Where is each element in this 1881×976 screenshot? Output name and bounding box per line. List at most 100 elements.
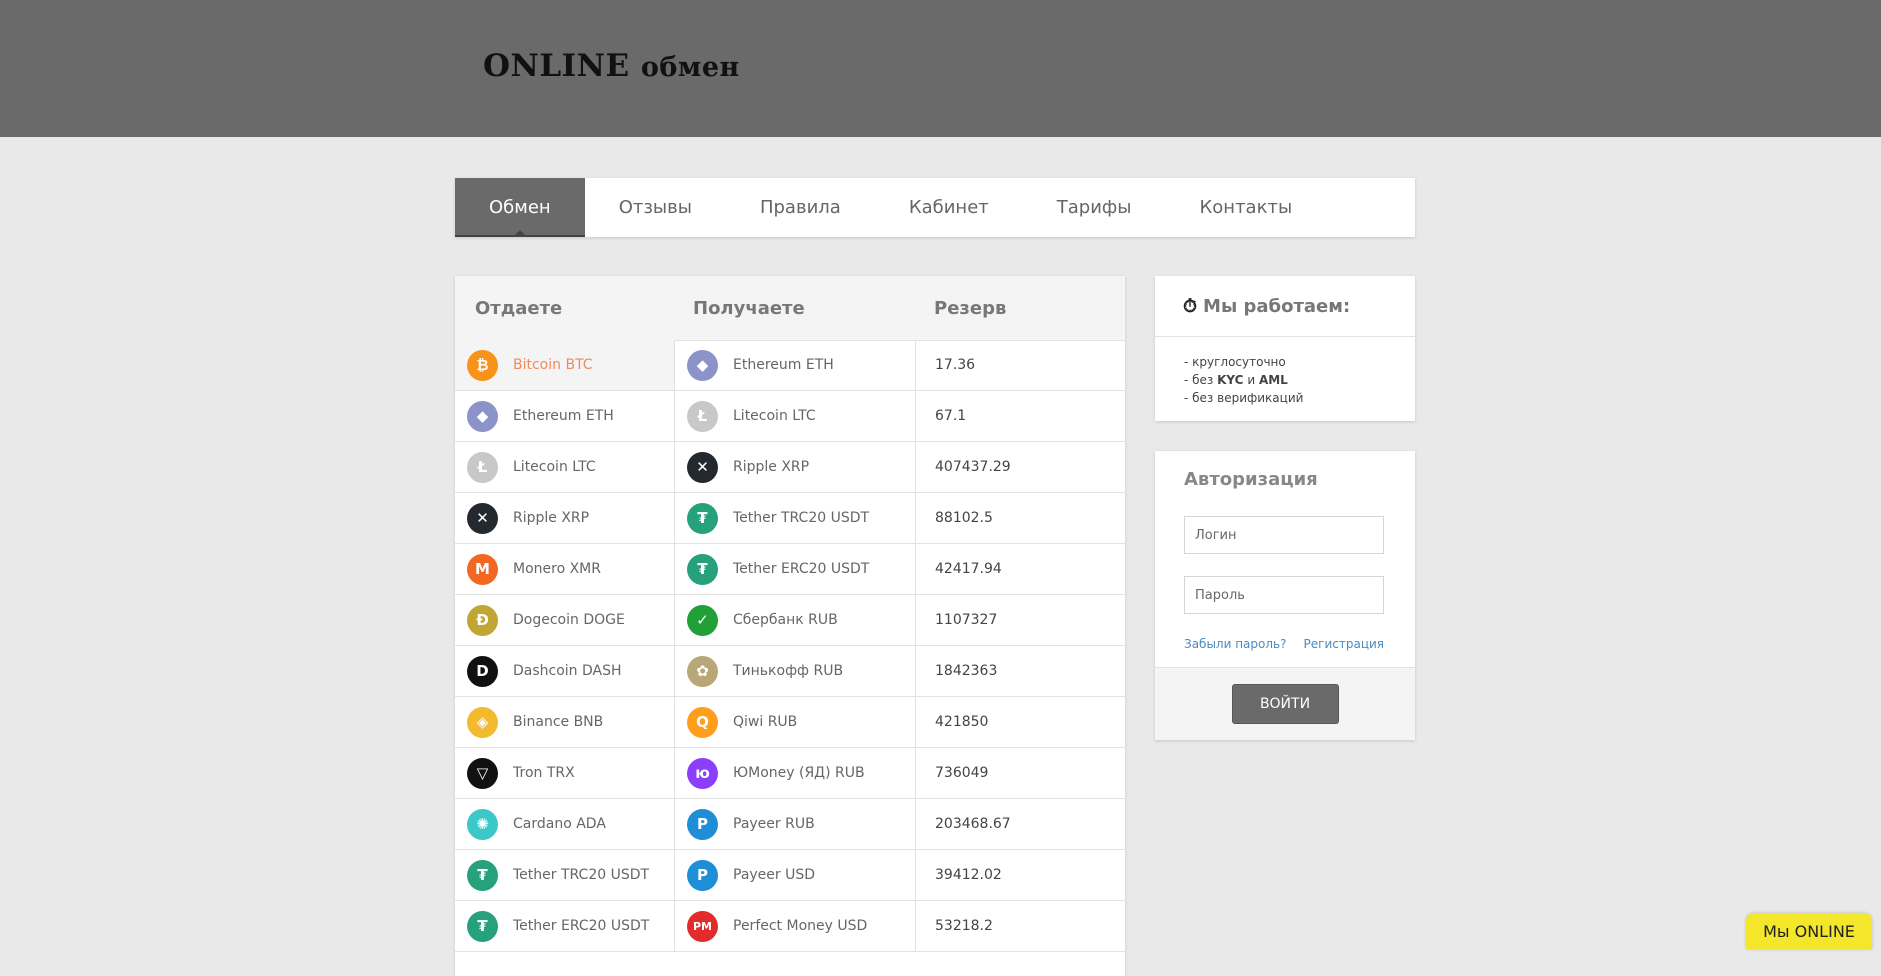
tinkoff-icon: ✿ — [687, 655, 718, 687]
give-currency-row[interactable]: ₿ Bitcoin BTC — [455, 340, 674, 391]
working-hours-list: - круглосуточно - без KYC и AML - без вери… — [1155, 337, 1415, 407]
get-currency-row[interactable]: ◆ Ethereum ETH — [675, 340, 915, 391]
working-hours-text: AML — [1258, 373, 1288, 387]
give-currency-row[interactable]: ◈ Binance BNB — [455, 697, 674, 748]
tether-icon: ₮ — [467, 910, 498, 942]
header-give: Отдаете — [475, 297, 563, 319]
get-currency-row[interactable]: ю ЮMoney (ЯД) RUB — [675, 748, 915, 799]
get-currency-row[interactable]: P Payeer RUB — [675, 799, 915, 850]
dash-icon: D — [467, 655, 498, 687]
forgot-password-link[interactable]: Забыли пароль? — [1184, 637, 1286, 651]
get-currency-label: Qiwi RUB — [733, 714, 798, 730]
password-input[interactable] — [1184, 576, 1384, 614]
reserve-value: 421850 — [916, 697, 1125, 748]
get-currency-row[interactable]: ₮ Tether ERC20 USDT — [675, 544, 915, 595]
header-get: Получаете — [693, 297, 805, 319]
litecoin-icon: Ł — [467, 451, 498, 483]
header-reserve: Резерв — [934, 297, 1007, 319]
give-currency-label: Dogecoin DOGE — [513, 612, 625, 628]
give-currency-row[interactable]: Ł Litecoin LTC — [455, 442, 674, 493]
reserve-value: 67.1 — [916, 391, 1125, 442]
exchange-table-header: Отдаете Получаете Резерв — [455, 276, 1125, 341]
give-currency-label: Ripple XRP — [513, 510, 590, 526]
online-chat-badge[interactable]: Мы ONLINE — [1746, 913, 1872, 949]
register-link[interactable]: Регистрация — [1304, 637, 1384, 651]
get-currency-label: Payeer USD — [733, 867, 816, 883]
monero-icon: M — [467, 553, 498, 585]
get-currency-label: Litecoin LTC — [733, 408, 816, 424]
site-logo[interactable]: ONLINE обмен — [483, 48, 740, 84]
auth-links: Забыли пароль? Регистрация — [1184, 637, 1384, 651]
reserve-value: 736049 — [916, 748, 1125, 799]
working-hours-text: - без верификаций — [1184, 391, 1304, 405]
nav-tab-5[interactable]: Контакты — [1166, 178, 1327, 237]
nav-tab-4[interactable]: Тарифы — [1023, 178, 1166, 237]
get-currency-label: Ripple XRP — [733, 459, 810, 475]
give-currency-label: Bitcoin BTC — [513, 357, 593, 373]
tether-icon: ₮ — [687, 553, 718, 585]
payeer-icon: P — [687, 859, 718, 891]
working-hours-text: - без — [1184, 373, 1218, 387]
litecoin-icon: Ł — [687, 400, 718, 432]
working-hours-card: ⏱ Мы работаем: - круглосуточно - без KYC … — [1155, 276, 1415, 421]
auth-footer: ВОЙТИ — [1155, 667, 1415, 740]
ripple-icon: ✕ — [687, 451, 718, 483]
give-currency-label: Tether ERC20 USDT — [513, 918, 650, 934]
give-currency-row[interactable]: ◆ Ethereum ETH — [455, 391, 674, 442]
give-currency-row[interactable]: ₮ Tether ERC20 USDT — [455, 901, 674, 952]
reserve-value: 53218.2 — [916, 901, 1125, 952]
reserve-value: 42417.94 — [916, 544, 1125, 595]
give-currency-row[interactable]: ✺ Cardano ADA — [455, 799, 674, 850]
get-currency-row[interactable]: ✕ Ripple XRP — [675, 442, 915, 493]
reserve-value: 39412.02 — [916, 850, 1125, 901]
working-hours-item: - круглосуточно — [1184, 353, 1415, 371]
get-currency-row[interactable]: Q Qiwi RUB — [675, 697, 915, 748]
give-currency-row[interactable]: ₮ Tether TRC20 USDT — [455, 850, 674, 901]
give-currency-row[interactable]: M Monero XMR — [455, 544, 674, 595]
header-bar: ONLINE обмен — [0, 0, 1881, 137]
get-currency-row[interactable]: ₮ Tether TRC20 USDT — [675, 493, 915, 544]
tether-icon: ₮ — [467, 859, 498, 891]
give-currency-label: Tether TRC20 USDT — [513, 867, 650, 883]
bitcoin-icon: ₿ — [467, 349, 498, 381]
get-currency-row[interactable]: P Payeer USD — [675, 850, 915, 901]
give-currency-row[interactable]: Ð Dogecoin DOGE — [455, 595, 674, 646]
payeer-icon: P — [687, 808, 718, 840]
get-currency-label: ЮMoney (ЯД) RUB — [733, 765, 865, 781]
stopwatch-icon: ⏱ — [1183, 295, 1198, 317]
login-button[interactable]: ВОЙТИ — [1231, 684, 1339, 724]
dogecoin-icon: Ð — [467, 604, 498, 636]
nav-tab-3[interactable]: Кабинет — [875, 178, 1023, 237]
give-currency-label: Tron TRX — [513, 765, 575, 781]
working-hours-item: - без верификаций — [1184, 389, 1415, 407]
login-input[interactable] — [1184, 516, 1384, 554]
give-currency-label: Litecoin LTC — [513, 459, 596, 475]
get-currency-row[interactable]: ✓ Сбербанк RUB — [675, 595, 915, 646]
get-currency-label: Tether ERC20 USDT — [733, 561, 870, 577]
exchange-table: Отдаете Получаете Резерв ₿ Bitcoin BTC ◆ Et… — [455, 276, 1125, 976]
qiwi-icon: Q — [687, 706, 718, 738]
get-currency-row[interactable]: Ł Litecoin LTC — [675, 391, 915, 442]
yoomoney-icon: ю — [687, 757, 718, 789]
auth-card: Авторизация Забыли пароль? Регистрация В… — [1155, 451, 1415, 740]
auth-title: Авторизация — [1184, 469, 1318, 490]
working-hours-text: и — [1243, 373, 1259, 387]
ripple-icon: ✕ — [467, 502, 498, 534]
reserve-value: 203468.67 — [916, 799, 1125, 850]
get-currency-row[interactable]: PM Perfect Money USD — [675, 901, 915, 952]
reserve-value: 17.36 — [916, 340, 1125, 391]
working-hours-title-text: Мы работаем: — [1203, 295, 1351, 317]
nav-tab-0[interactable]: Обмен — [455, 178, 585, 237]
tether-icon: ₮ — [687, 502, 718, 534]
give-currency-row[interactable]: ▽ Tron TRX — [455, 748, 674, 799]
reserve-value: 407437.29 — [916, 442, 1125, 493]
perfect-money-icon: PM — [687, 910, 718, 942]
reserve-value: 88102.5 — [916, 493, 1125, 544]
nav-tab-2[interactable]: Правила — [726, 178, 875, 237]
give-currency-row[interactable]: D Dashcoin DASH — [455, 646, 674, 697]
nav-tab-1[interactable]: Отзывы — [585, 178, 726, 237]
get-currency-label: Сбербанк RUB — [733, 612, 838, 628]
get-currency-label: Тинькофф RUB — [733, 663, 844, 679]
give-currency-row[interactable]: ✕ Ripple XRP — [455, 493, 674, 544]
get-currency-row[interactable]: ✿ Тинькофф RUB — [675, 646, 915, 697]
